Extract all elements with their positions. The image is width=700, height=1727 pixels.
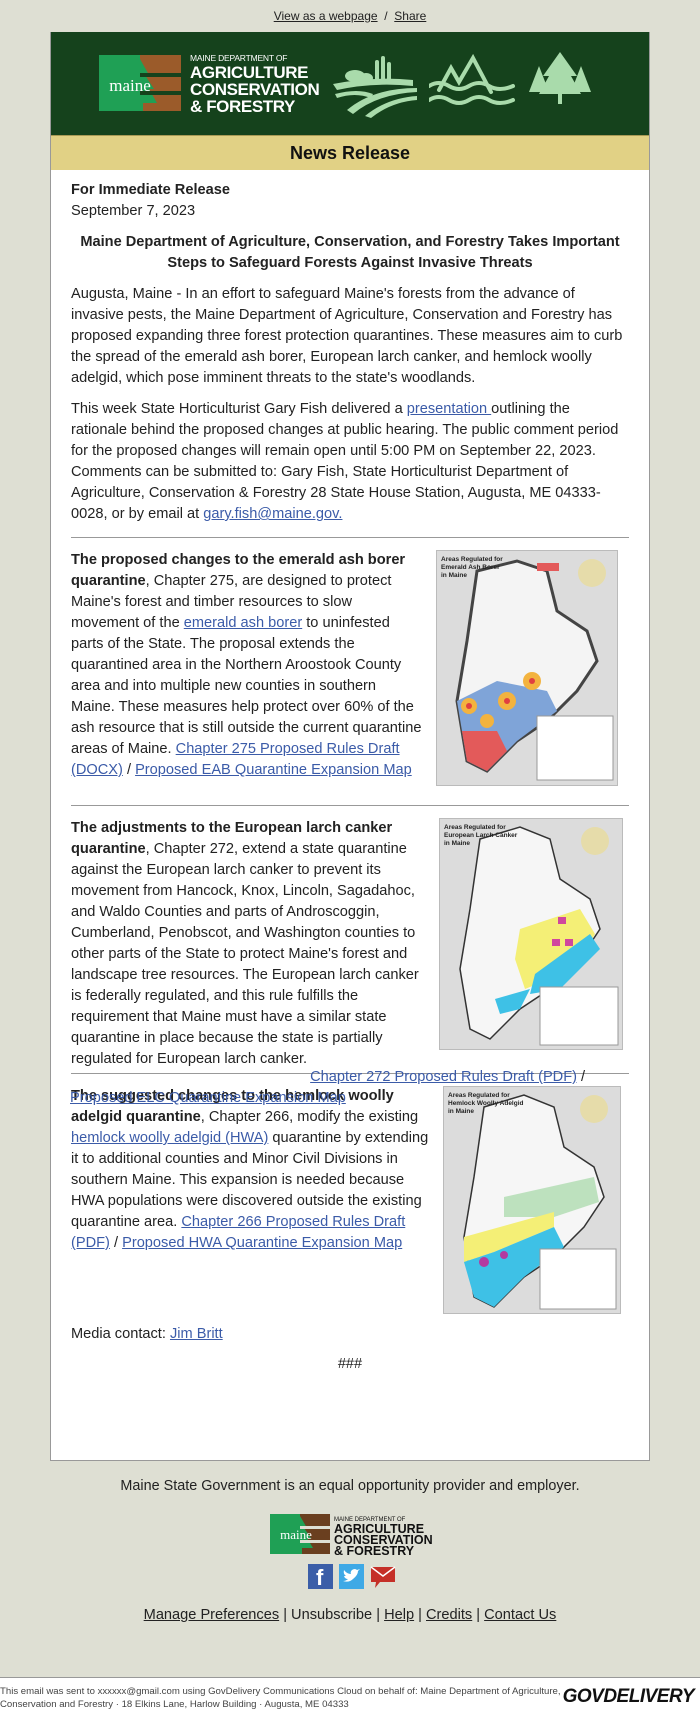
mountain-water-icon [429,54,515,105]
news-release-title: News Release [289,143,411,163]
svg-text:Areas Regulated for: Areas Regulated for [441,556,503,563]
link-separator: / [577,1069,586,1085]
equal-opportunity-text: Maine State Government is an equal oppor… [120,1478,580,1494]
elc-map-link[interactable]: Proposed ELC Quarantine Expansion Map [70,1090,346,1106]
eab-text: The proposed changes to the emerald ash … [71,550,423,781]
twitter-icon[interactable] [339,1564,364,1589]
view-as-webpage-link[interactable]: View as a webpage [274,9,378,23]
logo-word: maine [109,76,151,95]
svg-text:in Maine: in Maine [441,572,467,579]
para-text: to uninfested parts of the State. The pr… [71,615,422,757]
hwa-map-image[interactable]: Areas Regulated for Hemlock Woolly Adelg… [443,1086,621,1314]
dept-line1: AGRICULTURE [190,62,309,82]
media-contact: Media contact: Jim Britt [71,1324,629,1345]
govdelivery-logo[interactable]: GOVDELIVERY [562,1686,695,1708]
para-text: This week State Horticulturist Gary Fish… [71,401,407,417]
elc-section: The adjustments to the European larch ca… [71,818,629,1088]
para-text: , Chapter 266, modify the existing [200,1109,419,1125]
link-separator: / [122,762,136,778]
hwa-text: The suggested changes to the hemlock woo… [71,1086,431,1254]
emerald-ash-borer-link[interactable]: emerald ash borer [184,615,302,631]
eab-map-image[interactable]: Areas Regulated for Emerald Ash Borer in… [436,550,618,786]
release-label: For Immediate Release [71,182,230,198]
footer-logo: maine MAINE DEPARTMENT OF AGRICULTURE CO… [270,1512,433,1561]
email-card: maine MAINE DEPARTMENT OF AGRICULTURE CO… [50,32,650,1461]
svg-text:Emerald Ash Borer: Emerald Ash Borer [441,564,500,571]
svg-text:Areas Regulated for: Areas Regulated for [444,824,506,831]
svg-text:in Maine: in Maine [448,1108,474,1115]
media-contact-link[interactable]: Jim Britt [170,1326,223,1342]
separator: / [380,9,391,23]
dept-line2: CONSERVATION [190,79,320,99]
sent-notice: This email was sent to xxxxxx@gmail.com … [0,1686,561,1710]
para-text: outlining the rationale behind the propo… [71,401,619,522]
department-name: MAINE DEPARTMENT OF AGRICULTURE CONSERVA… [190,53,320,116]
credits-link[interactable]: Credits [426,1607,472,1623]
footer-logo-word: maine [280,1527,312,1542]
govdelivery-text: GOVDELIVERY [562,1686,695,1707]
chapter-272-link[interactable]: Chapter 272 Proposed Rules Draft (PDF) [310,1069,577,1085]
media-contact-label: Media contact: [71,1326,170,1342]
hwa-link[interactable]: hemlock woolly adelgid (HWA) [71,1130,268,1146]
svg-text:European Larch Canker: European Larch Canker [444,832,518,839]
hwa-map-link[interactable]: Proposed HWA Quarantine Expansion Map [122,1235,402,1251]
unsubscribe-link[interactable]: Unsubscribe [291,1607,372,1623]
help-link[interactable]: Help [384,1607,414,1623]
elc-links-overlay: regulated for European larch canker. Cha… [70,1067,640,1109]
divider [71,537,629,538]
intro-paragraph: Augusta, Maine - In an effort to safegua… [71,286,623,386]
elc-map-image[interactable]: Areas Regulated for European Larch Canke… [439,818,623,1050]
footer-dept-line3: & FORESTRY [334,1544,415,1556]
email-link[interactable]: gary.fish@maine.gov. [203,506,342,522]
eab-map-link[interactable]: Proposed EAB Quarantine Expansion Map [135,762,412,778]
svg-text:in Maine: in Maine [444,840,470,847]
header-banner: maine MAINE DEPARTMENT OF AGRICULTURE CO… [51,32,649,135]
social-icons: f [308,1564,396,1590]
release-date: September 7, 2023 [71,203,196,219]
news-release-bar: News Release [51,135,649,170]
presentation-link[interactable]: presentation [407,401,491,417]
release-headline: Maine Department of Agriculture, Conserv… [80,234,620,271]
dept-line3: & FORESTRY [190,96,295,116]
contact-us-link[interactable]: Contact Us [484,1607,556,1623]
pine-trees-icon [529,52,591,104]
email-icon[interactable] [370,1564,396,1589]
para-text: , Chapter 272, extend a state quarantine… [71,841,419,1067]
manage-preferences-link[interactable]: Manage Preferences [144,1607,279,1623]
dept-small-label: MAINE DEPARTMENT OF [190,53,288,63]
facebook-icon[interactable]: f [308,1564,333,1590]
footer-links: Manage Preferences | Unsubscribe | Help … [143,1607,557,1623]
farmland-icon [333,56,417,118]
elc-text: The adjustments to the European larch ca… [71,818,431,1070]
top-links: View as a webpage / Share [0,9,700,23]
divider [71,805,629,806]
bottom-bar: This email was sent to xxxxxx@gmail.com … [0,1678,700,1727]
maine-me-logo: maine [99,55,181,111]
share-link[interactable]: Share [394,9,426,23]
link-separator: / [109,1235,123,1251]
release-content: For Immediate Release September 7, 2023 … [71,180,629,1375]
end-mark: ### [337,1356,363,1372]
hwa-section: The suggested changes to the hemlock woo… [71,1086,629,1318]
eab-section: The proposed changes to the emerald ash … [71,550,629,795]
comment-paragraph: This week State Horticulturist Gary Fish… [71,399,629,525]
